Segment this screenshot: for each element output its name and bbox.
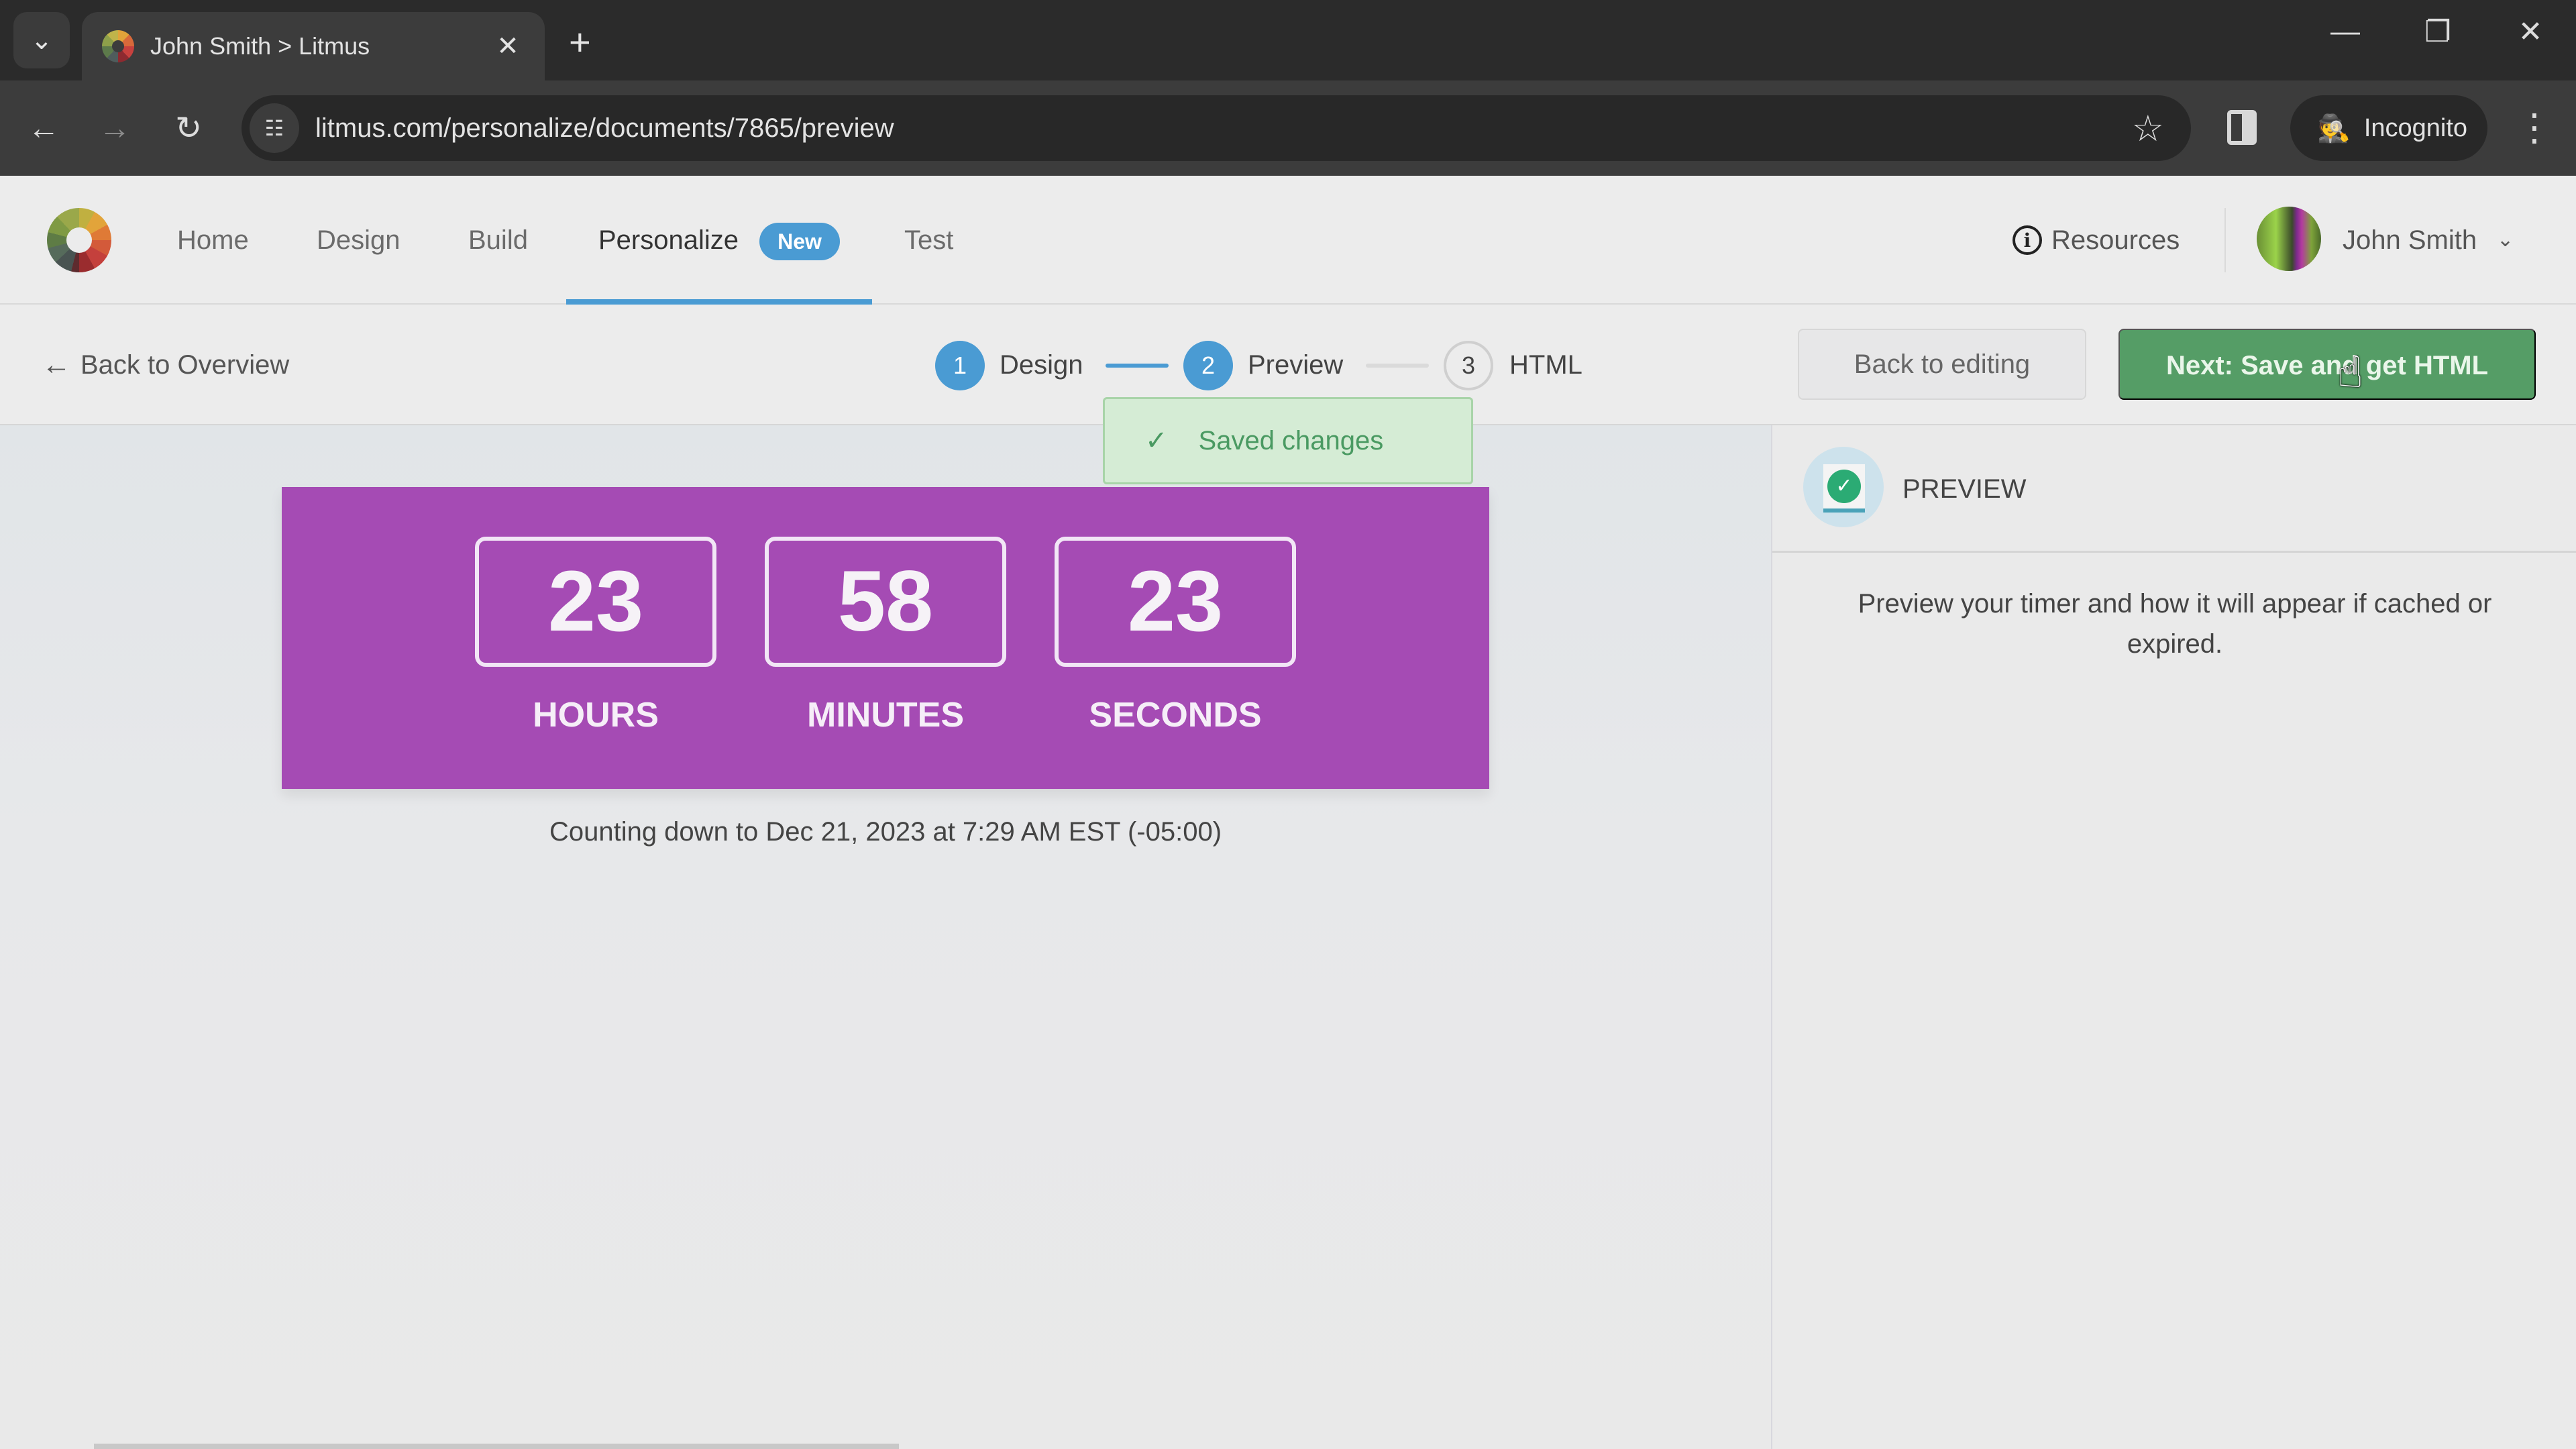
nav-home[interactable]: Home [177, 176, 249, 305]
step-connector-2 [1366, 364, 1429, 368]
tune-icon: ☷ [264, 116, 284, 140]
url-text[interactable]: litmus.com/personalize/documents/7865/pr… [315, 95, 894, 161]
preview-badge-icon: ✓ [1803, 447, 1884, 527]
back-to-overview-link[interactable]: ← Back to Overview [42, 305, 289, 425]
timer-label-hours: HOURS [533, 696, 659, 735]
step-connector-1 [1106, 364, 1169, 368]
step-2-circle[interactable]: 2 [1183, 341, 1233, 390]
saved-changes-toast: ✓ Saved changes [1103, 397, 1473, 484]
timer-label-seconds: SECONDS [1089, 696, 1262, 735]
arrow-right-icon: → [99, 110, 131, 146]
side-panel-icon[interactable] [2227, 110, 2257, 145]
resources-label: Resources [2051, 225, 2180, 255]
preview-panel-description: Preview your timer and how it will appea… [1858, 589, 2492, 659]
tab-title: John Smith > Litmus [150, 32, 370, 60]
horizontal-scrollbar[interactable] [94, 1444, 899, 1449]
minimize-button[interactable]: — [2318, 15, 2372, 48]
user-name[interactable]: John Smith [2343, 176, 2477, 305]
hand-pointer-cursor-icon: ☝ [2337, 348, 2363, 396]
browser-tab[interactable]: John Smith > Litmus ✕ [82, 12, 545, 80]
preview-canvas: 23 HOURS 58 MINUTES 23 SECONDS Counting … [0, 425, 1771, 1449]
forward-button[interactable]: → [90, 103, 140, 153]
step-1-label[interactable]: Design [1000, 305, 1083, 425]
step-3-label[interactable]: HTML [1509, 305, 1582, 425]
minimize-icon: — [2330, 15, 2360, 48]
timer-label-minutes: MINUTES [807, 696, 964, 735]
nav-design[interactable]: Design [317, 176, 400, 305]
restore-button[interactable]: ❐ [2411, 15, 2465, 49]
close-icon: ✕ [2518, 15, 2543, 48]
countdown-timer: 23 HOURS 58 MINUTES 23 SECONDS [282, 487, 1489, 789]
arrow-left-icon: ← [42, 348, 71, 381]
star-icon[interactable]: ☆ [2132, 107, 2164, 150]
app-header: Home Design Build Personalize New Test i… [0, 176, 2576, 305]
nav-build[interactable]: Build [468, 176, 528, 305]
countdown-caption: Counting down to Dec 21, 2023 at 7:29 AM… [549, 817, 1222, 847]
step-3-circle[interactable]: 3 [1444, 341, 1493, 390]
incognito-label: Incognito [2363, 113, 2468, 142]
toast-message: Saved changes [1198, 425, 1384, 455]
litmus-logo[interactable] [47, 208, 111, 272]
active-nav-indicator [566, 299, 872, 305]
back-to-editing-button[interactable]: Back to editing [1798, 329, 2086, 400]
arrow-left-icon: ← [28, 110, 60, 146]
new-tab-button[interactable]: + [569, 20, 591, 64]
chevron-down-icon[interactable]: ⌄ [2497, 176, 2514, 305]
restore-icon: ❐ [2424, 15, 2451, 48]
chevron-down-icon: ⌄ [30, 25, 53, 55]
avatar[interactable] [2257, 207, 2321, 271]
back-button[interactable]: ← [19, 103, 68, 153]
nav-personalize[interactable]: Personalize [598, 176, 739, 305]
browser-tabstrip: ⌄ John Smith > Litmus ✕ + — ❐ ✕ [0, 0, 2576, 80]
litmus-favicon-icon [102, 30, 134, 62]
header-divider [2224, 208, 2226, 272]
check-icon: ✓ [1145, 426, 1168, 455]
address-bar[interactable]: ☷ litmus.com/personalize/documents/7865/… [241, 95, 2191, 161]
incognito-icon: 🕵 [2317, 113, 2351, 144]
preview-panel-header: ✓ PREVIEW [1772, 425, 2576, 553]
preview-panel: ✓ PREVIEW Preview your timer and how it … [1771, 425, 2576, 1449]
step-1-circle[interactable]: 1 [935, 341, 985, 390]
next-save-get-html-button[interactable]: Next: Save and get HTML [2118, 329, 2536, 400]
site-info-button[interactable]: ☷ [250, 103, 299, 153]
window-close-button[interactable]: ✕ [2504, 15, 2557, 49]
preview-panel-title: PREVIEW [1902, 474, 2027, 504]
reload-button[interactable]: ↻ [164, 103, 213, 153]
browser-menu-button[interactable]: ⋮ [2516, 101, 2553, 154]
timer-value-hours: 23 [475, 537, 716, 667]
incognito-indicator[interactable]: 🕵 Incognito [2290, 95, 2487, 161]
info-icon: i [2012, 225, 2042, 255]
timer-value-minutes: 58 [765, 537, 1006, 667]
close-icon[interactable]: ✕ [491, 31, 525, 62]
kebab-menu-icon: ⋮ [2516, 106, 2553, 148]
tab-search-button[interactable]: ⌄ [13, 12, 70, 68]
reload-icon: ↻ [174, 111, 203, 146]
nav-test[interactable]: Test [904, 176, 953, 305]
check-circle-icon: ✓ [1827, 470, 1861, 503]
resources-link[interactable]: i Resources [2012, 176, 2180, 305]
timer-value-seconds: 23 [1055, 537, 1296, 667]
back-to-overview-label: Back to Overview [80, 350, 290, 380]
browser-toolbar: ← → ↻ ☷ litmus.com/personalize/documents… [0, 80, 2576, 176]
new-badge: New [759, 223, 840, 260]
plus-icon: + [569, 21, 591, 63]
